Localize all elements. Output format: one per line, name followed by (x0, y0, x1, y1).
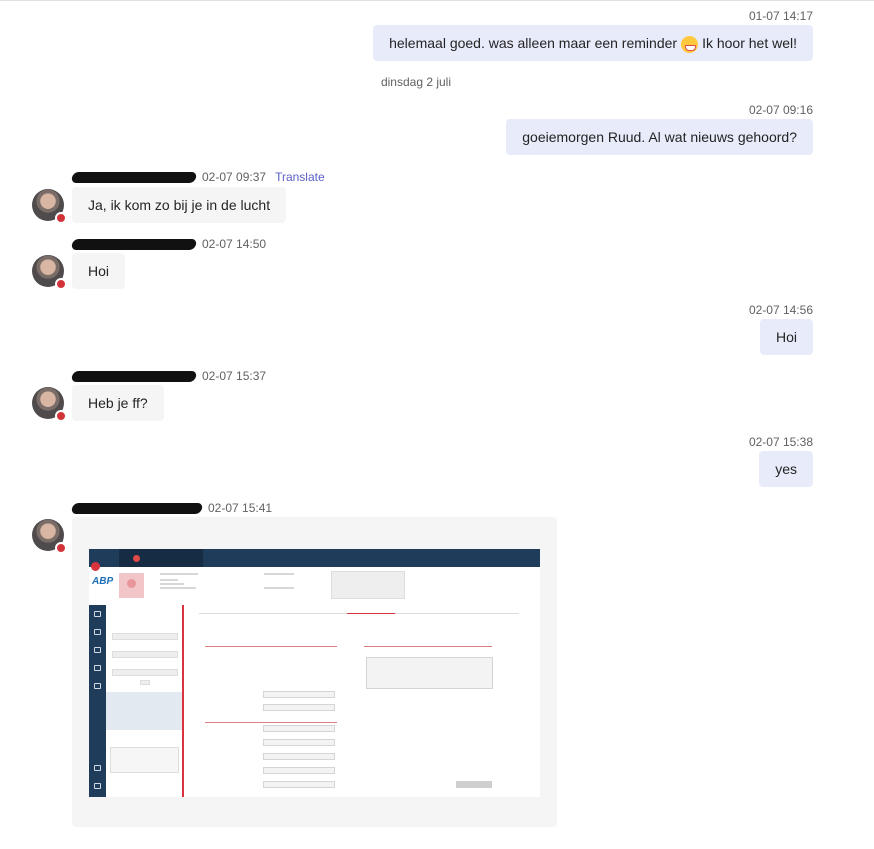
translate-link[interactable]: Translate (275, 170, 325, 184)
message-timestamp: 02-07 15:37 (202, 369, 267, 383)
screenshot-text (160, 573, 198, 575)
screenshot-actions-panel (106, 692, 182, 730)
screenshot-field (263, 704, 335, 711)
settings-icon (94, 647, 101, 653)
redacted-sender-name (70, 238, 198, 250)
screenshot-left-rail (89, 605, 106, 797)
screenshot-image[interactable]: ABP (89, 549, 540, 797)
message-text: Ja, ik kom zo bij je in de lucht (88, 197, 271, 213)
message-timestamp: 02-07 15:38 (748, 435, 813, 449)
busy-status-icon (55, 212, 67, 224)
end-call-icon (133, 554, 140, 562)
screenshot-divider (364, 646, 492, 647)
avatar[interactable] (32, 255, 67, 290)
message-header: 02-07 15:37 (70, 369, 267, 383)
message-timestamp: 02-07 15:41 (208, 501, 273, 515)
busy-status-icon (55, 410, 67, 422)
screenshot-divider (205, 722, 337, 723)
screenshot-button (140, 680, 150, 685)
divider (0, 0, 874, 1)
message-bubble-theirs[interactable]: Hoi (72, 253, 126, 289)
avatar[interactable] (32, 519, 67, 554)
message-text: Hoi (775, 329, 797, 345)
redacted-sender-name (70, 171, 198, 183)
message-timestamp: 02-07 09:16 (748, 103, 813, 117)
gear-icon (94, 783, 101, 789)
screenshot-field (263, 767, 335, 774)
message-text: helemaal goed. was alleen maar een remin… (389, 35, 678, 51)
redacted-sender-name (70, 502, 204, 514)
screenshot-logo: ABP (92, 576, 114, 587)
card-icon (94, 683, 101, 689)
avatar[interactable] (32, 189, 67, 224)
screenshot-text (160, 579, 178, 581)
message-timestamp: 02-07 09:37 (202, 170, 267, 184)
message-text: Hoi (88, 263, 110, 279)
screenshot-field (263, 781, 335, 788)
message-header: 02-07 14:50 (70, 237, 267, 251)
calendar-icon (94, 611, 101, 617)
screenshot-submit-button (456, 781, 492, 788)
screenshot-field (112, 651, 178, 658)
screenshot-field (112, 633, 178, 640)
message-image-card[interactable]: ABP (72, 517, 557, 827)
message-bubble-theirs[interactable]: Heb je ff? (72, 385, 164, 421)
message-bubble-mine[interactable]: Hoi (759, 319, 813, 355)
screenshot-text (264, 587, 294, 589)
add-icon (91, 562, 100, 571)
message-text: Ik hoor het wel! (702, 35, 797, 51)
date-separator-label: dinsdag 2 juli (380, 75, 452, 89)
screenshot-contact-box (331, 571, 405, 599)
history-icon (94, 629, 101, 635)
screenshot-field (112, 669, 178, 676)
screenshot-call-box (119, 549, 203, 567)
message-text: yes (775, 461, 797, 477)
message-bubble-mine[interactable]: helemaal goed. was alleen maar een remin… (373, 25, 813, 61)
message-bubble-mine[interactable]: yes (759, 451, 813, 487)
screenshot-text (160, 587, 196, 589)
screenshot-text (264, 573, 294, 575)
busy-status-icon (55, 278, 67, 290)
screenshot-textarea (366, 657, 493, 689)
screenshot-field (263, 725, 335, 732)
screenshot-field (263, 739, 335, 746)
message-timestamp: 02-07 14:56 (748, 303, 813, 317)
screenshot-text (160, 583, 184, 585)
screenshot-field (263, 753, 335, 760)
message-header: 02-07 09:37 Translate (70, 170, 325, 184)
screenshot-active-tab (347, 613, 395, 614)
wrench-icon (94, 765, 101, 771)
avatar[interactable] (32, 387, 67, 422)
message-text: Heb je ff? (88, 395, 148, 411)
profile-picture-icon (119, 573, 144, 598)
book-icon (94, 665, 101, 671)
message-bubble-mine[interactable]: goeiemorgen Ruud. Al wat nieuws gehoord? (506, 119, 813, 155)
message-text: goeiemorgen Ruud. Al wat nieuws gehoord? (522, 129, 797, 145)
screenshot-divider (205, 646, 337, 647)
message-bubble-theirs[interactable]: Ja, ik kom zo bij je in de lucht (72, 187, 287, 223)
message-header: 02-07 15:41 (70, 501, 273, 515)
redacted-sender-name (70, 370, 198, 382)
busy-status-icon (55, 542, 67, 554)
message-timestamp: 02-07 14:50 (202, 237, 267, 251)
grinning-face-emoji (681, 35, 699, 53)
screenshot-notes (110, 747, 179, 773)
screenshot-field (263, 691, 335, 698)
date-separator: dinsdag 2 juli (0, 75, 874, 89)
message-timestamp: 01-07 14:17 (748, 9, 813, 23)
chat-thread: 01-07 14:17 helemaal goed. was alleen ma… (0, 0, 874, 849)
